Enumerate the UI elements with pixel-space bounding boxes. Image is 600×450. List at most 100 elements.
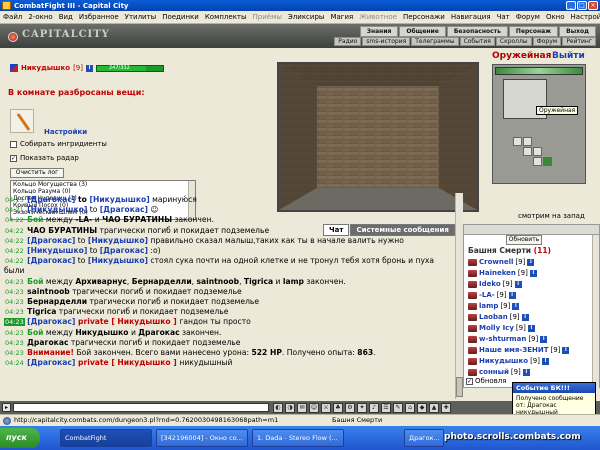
auto-refresh-checkbox[interactable]: ✓ [466, 377, 473, 385]
menu-item[interactable]: Комплекты [202, 13, 250, 21]
show-radar-row[interactable]: ✓ Показать радар [10, 154, 79, 162]
tower-player-name[interactable]: w-shturman [479, 334, 526, 345]
message-name[interactable]: Драгокас [27, 338, 68, 347]
menu-item[interactable]: Приёмы [250, 13, 285, 21]
message-name[interactable]: to [75, 195, 89, 204]
pencil-icon[interactable]: ✎ [393, 402, 403, 413]
message-timestamp[interactable]: 04:23 [4, 288, 25, 296]
tower-player-name[interactable]: Ideko [479, 279, 501, 290]
tower-player[interactable]: Laoban [9] i [468, 312, 592, 323]
nav-top-item[interactable]: Персонаж [508, 26, 559, 37]
message-name[interactable]: [Никудышко] [27, 246, 87, 255]
message-name[interactable]: ЧАО БУРАТИНЫ [102, 215, 172, 224]
exit-link[interactable]: Выйти [552, 51, 585, 61]
refresh-button[interactable]: Обновить [506, 235, 542, 245]
message-timestamp[interactable]: 04:23 [4, 298, 25, 306]
nav-bottom-item[interactable]: Телеграммы [411, 37, 459, 46]
message-name[interactable]: [Драгокас] [27, 358, 75, 367]
info-icon[interactable]: i [540, 336, 548, 343]
plus-icon[interactable]: ✚ [441, 402, 451, 413]
tower-player-name[interactable]: Haineken [479, 268, 516, 279]
message-timestamp[interactable]: 04:22 [4, 247, 25, 255]
tower-player-name[interactable]: lamp [479, 301, 498, 312]
info-icon[interactable]: i [521, 314, 529, 321]
maximize-button[interactable]: □ [577, 1, 587, 10]
info-icon[interactable]: i [85, 64, 93, 72]
chat-input[interactable] [13, 403, 269, 412]
message-timestamp[interactable]: 04:13 [4, 196, 25, 204]
menu-item[interactable]: Вид [56, 13, 76, 21]
tower-player[interactable]: Ideko [9] i [468, 279, 592, 290]
info-icon[interactable]: i [527, 325, 535, 332]
menu-item[interactable]: Настройки [568, 13, 600, 21]
info-icon[interactable]: i [512, 303, 520, 310]
menu-icon[interactable]: ☰ [381, 402, 391, 413]
message-name[interactable]: Никудышко [75, 328, 128, 337]
task-dragokas[interactable]: Драгок... [404, 429, 444, 447]
minimize-button[interactable]: _ [566, 1, 576, 10]
tower-player-name[interactable]: Laoban [479, 312, 508, 323]
info-icon[interactable]: i [541, 358, 549, 365]
message-timestamp[interactable]: 04:22 [4, 216, 25, 224]
message-timestamp[interactable]: 04:23 [4, 278, 25, 286]
message-name[interactable]: saintnoob [197, 277, 240, 286]
task-music-player[interactable]: 1. Dada - Stereo Flow (... [252, 429, 344, 447]
tower-player-name[interactable]: Наше имя-ЗЕНИТ [479, 345, 548, 356]
nav-bottom-item[interactable]: sms-история [362, 37, 411, 46]
minimap[interactable] [492, 64, 586, 184]
message-timestamp[interactable]: 04:23 [4, 349, 25, 357]
tab-chat[interactable]: Чат [323, 224, 350, 236]
message-timestamp[interactable]: 04:23 [4, 329, 25, 337]
message-name[interactable]: [Драгокас] [100, 205, 148, 214]
tower-scrollbar[interactable] [592, 235, 599, 389]
music-icon[interactable]: ♪ [369, 402, 379, 413]
tower-player-name[interactable]: Molly Icy [479, 323, 514, 334]
tower-player-name[interactable]: Никудышко [479, 356, 528, 367]
chat-scrollbar[interactable] [455, 193, 463, 399]
menu-item[interactable]: Животное [356, 13, 400, 21]
menu-item[interactable]: Чат [494, 13, 513, 21]
message-timestamp[interactable]: 04:22 [4, 227, 25, 235]
task-chat-window[interactable]: [342196004] - Окно со... [156, 429, 248, 447]
menu-item[interactable]: Избранное [76, 13, 122, 21]
message-name[interactable]: Архиварнус [75, 277, 127, 286]
message-timestamp[interactable]: 04:23 [4, 318, 25, 327]
gear-icon[interactable]: ⚙ [345, 402, 355, 413]
menu-item[interactable]: Файл [0, 13, 25, 21]
weapon-room-link[interactable]: Оружейная [492, 51, 551, 61]
settings-link[interactable]: Настройки [44, 128, 87, 136]
emote-icon[interactable]: ☺ [309, 402, 319, 413]
chat-mode-icon[interactable]: ▸ [2, 403, 11, 412]
tower-player-name[interactable]: Crownell [479, 257, 513, 268]
message-name[interactable]: 863 [357, 348, 373, 357]
tower-player[interactable]: Наше имя-ЗЕНИТ [9] i [468, 345, 592, 356]
nav-bottom-item[interactable]: Форум [532, 37, 562, 46]
close-button[interactable]: × [588, 1, 598, 10]
message-name[interactable]: [Драгокас] [27, 236, 75, 245]
diamond-icon[interactable]: ◆ [417, 402, 427, 413]
nav-bottom-item[interactable]: События [459, 37, 495, 46]
player-name[interactable]: Никудышко [21, 64, 70, 72]
message-timestamp[interactable]: 04:24 [4, 359, 25, 367]
message-name[interactable]: Драгокас [138, 328, 179, 337]
nav-bottom-item[interactable]: Рейтинг [562, 37, 596, 46]
message-timestamp[interactable]: 04:22 [4, 257, 25, 265]
collect-ingredients-row[interactable]: Собирать ингридиенты [10, 140, 107, 148]
nav-top-item[interactable]: Общение [399, 26, 446, 37]
menu-item[interactable]: Утилиты [122, 13, 160, 21]
tab-system-messages[interactable]: Системные сообщения [350, 224, 455, 236]
menu-item[interactable]: Форум [513, 13, 543, 21]
nav-top-item[interactable]: Знания [359, 26, 399, 37]
message-name[interactable]: [Никудышко] [88, 256, 148, 265]
dungeon-view[interactable] [277, 62, 479, 212]
info-icon[interactable]: i [562, 347, 570, 354]
message-timestamp[interactable]: 04:21 [4, 206, 25, 214]
menu-item[interactable]: Эликсиры [285, 13, 328, 21]
tower-player-name[interactable]: -LA- [479, 290, 495, 301]
message-timestamp[interactable]: 04:22 [4, 237, 25, 245]
task-combatfight[interactable]: CombatFight [60, 429, 152, 447]
nav-bottom-item[interactable]: Радио [334, 37, 362, 46]
message-timestamp[interactable]: 04:23 [4, 339, 25, 347]
menu-item[interactable]: Окно [543, 13, 568, 21]
menu-item[interactable]: Персонажи [400, 13, 448, 21]
